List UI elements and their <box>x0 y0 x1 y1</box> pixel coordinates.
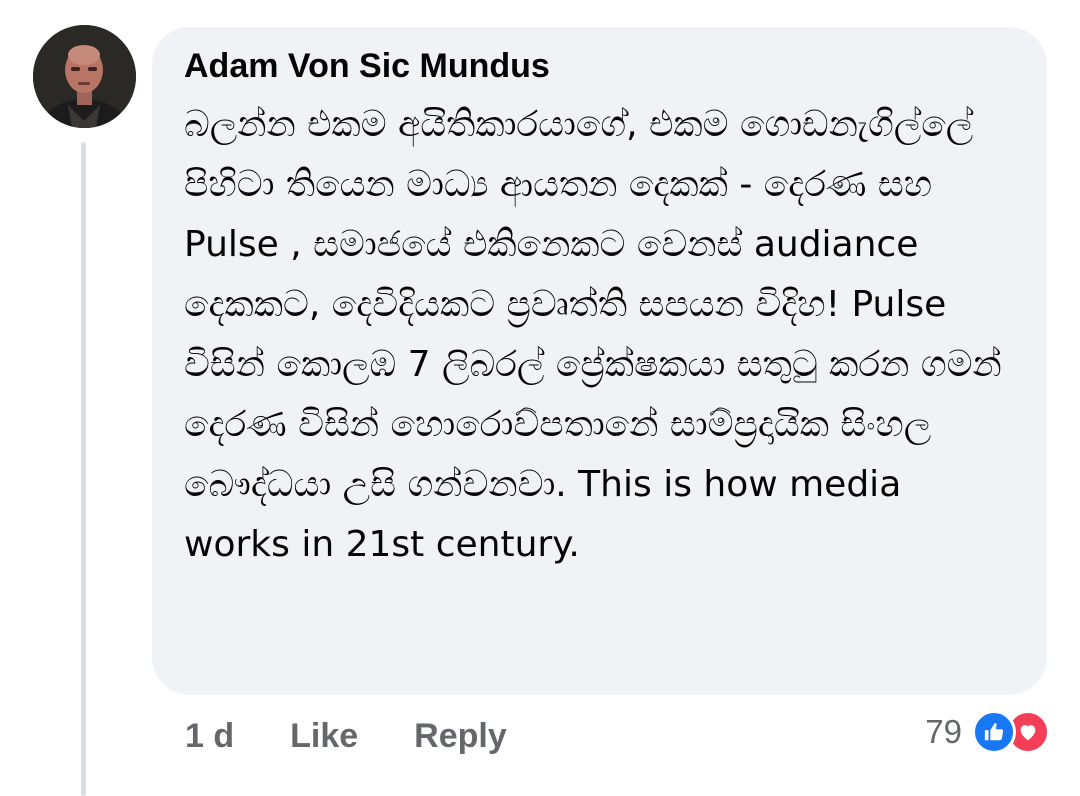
comment-timestamp[interactable]: 1 d <box>185 717 234 756</box>
comment-actions: 1 d Like Reply <box>185 712 507 760</box>
comment-text: බලන්න එකම අයිතිකාරයාගේ, එකම ගොඩනැගිල්ලේ … <box>184 104 1002 565</box>
like-button[interactable]: Like <box>290 717 358 756</box>
reaction-summary[interactable]: 79 <box>925 708 1050 756</box>
comment-bubble: Adam Von Sic Mundus බලන්න එකම අයිතිකාරයා… <box>152 27 1047 695</box>
avatar[interactable] <box>33 25 136 128</box>
comment-author[interactable]: Adam Von Sic Mundus <box>184 45 1007 87</box>
reply-thread-line <box>81 142 86 796</box>
avatar-image <box>33 25 136 128</box>
thumbs-up-icon <box>972 710 1016 754</box>
reaction-count: 79 <box>925 713 962 750</box>
reply-button[interactable]: Reply <box>414 717 507 756</box>
